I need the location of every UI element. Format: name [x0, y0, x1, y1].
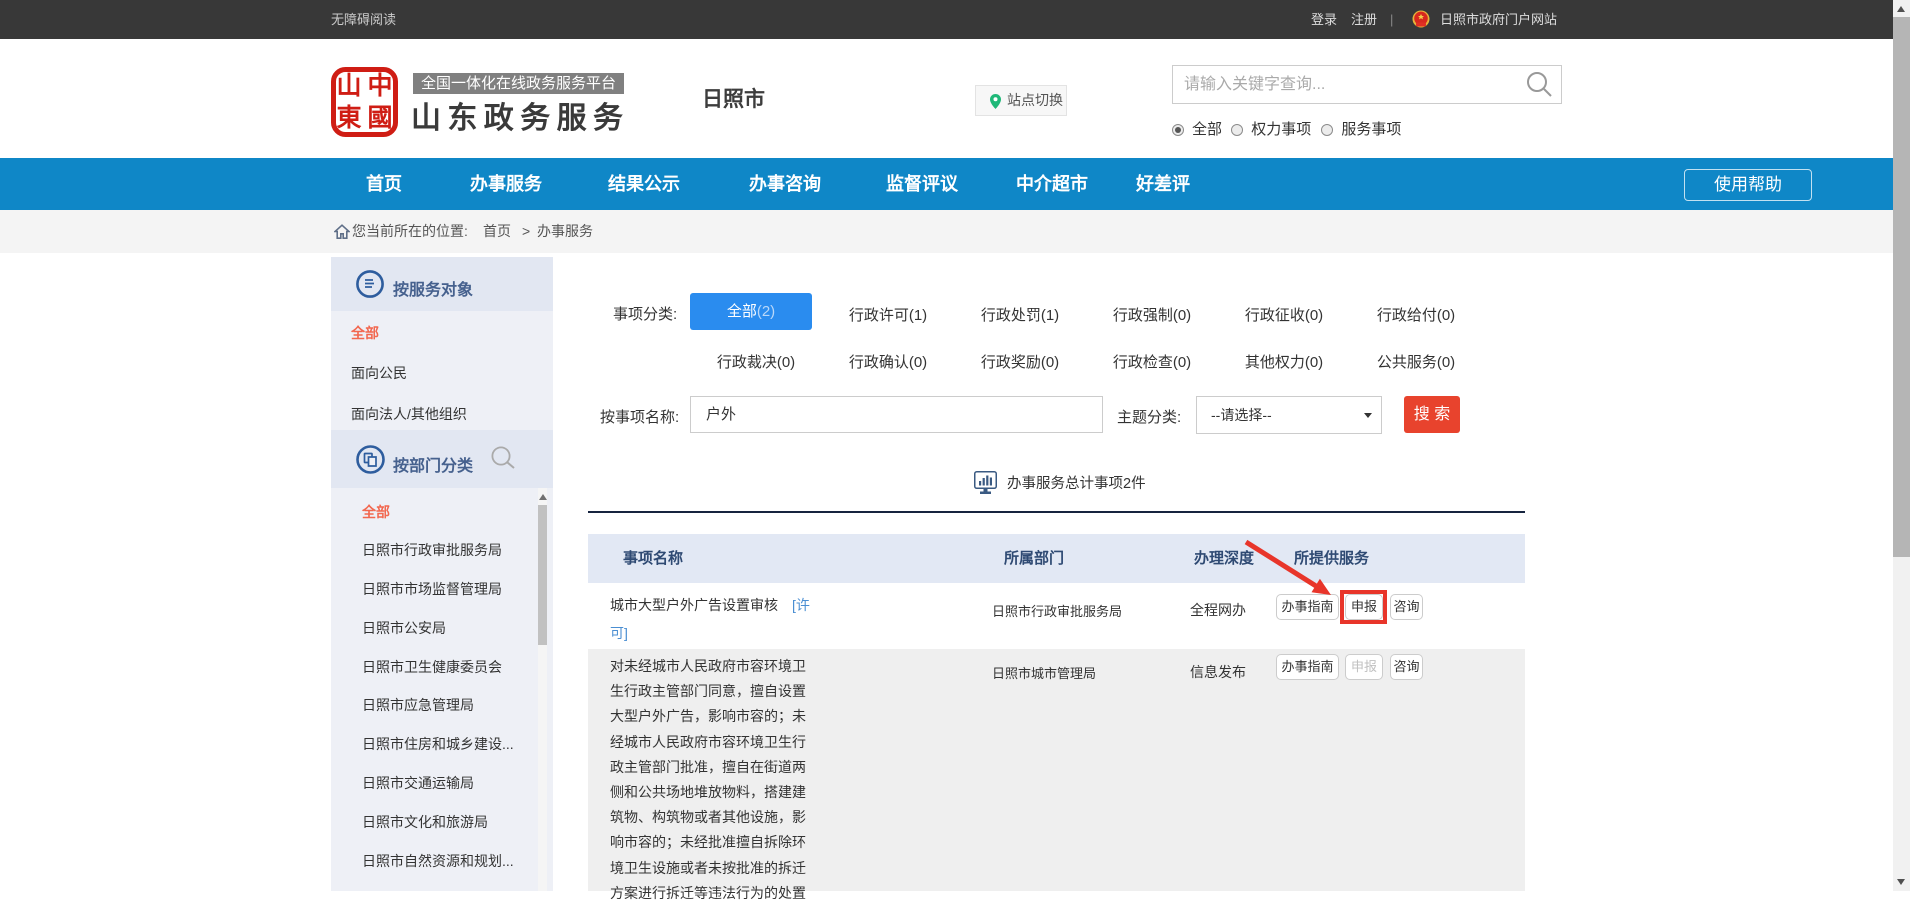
svg-text:山: 山 — [336, 72, 361, 100]
svg-text:東: 東 — [336, 104, 361, 132]
svg-text:國: 國 — [367, 104, 392, 132]
svg-text:中: 中 — [367, 72, 392, 100]
